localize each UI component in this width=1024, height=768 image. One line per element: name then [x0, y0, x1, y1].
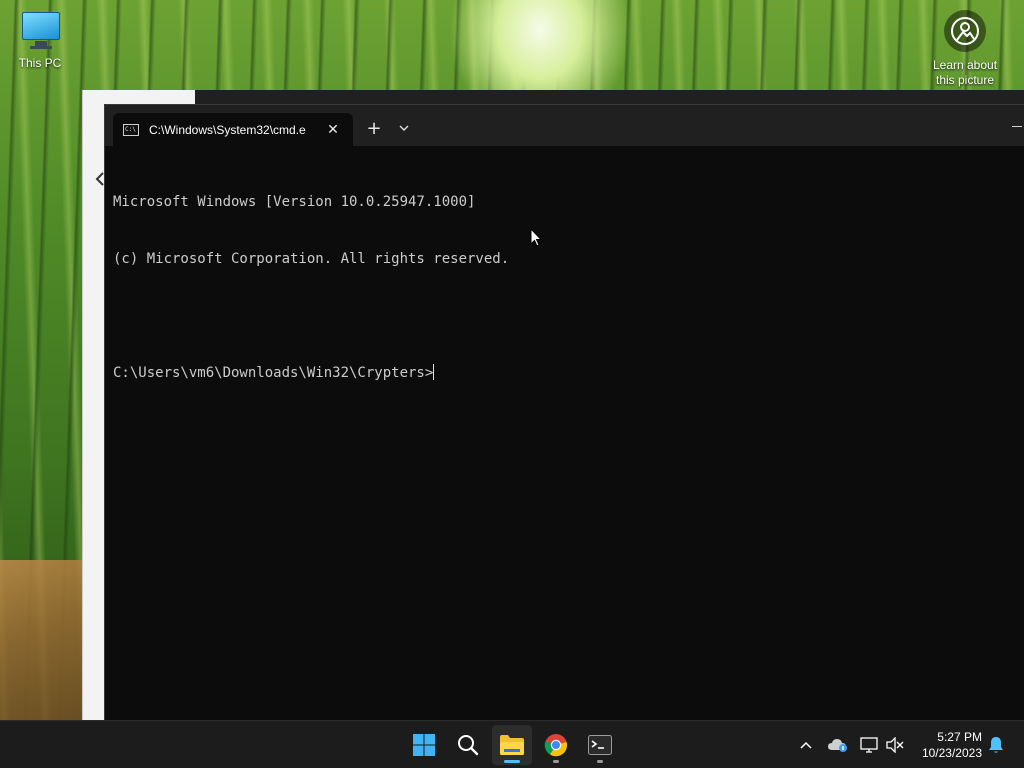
new-tab-button[interactable]: +	[363, 117, 385, 139]
learn-about-picture[interactable]: Learn about this picture	[920, 10, 1010, 88]
chevron-up-icon	[800, 741, 812, 749]
bell-icon	[989, 737, 1003, 753]
camera-info-icon	[944, 10, 986, 52]
tab-title: C:\Windows\System32\cmd.e	[149, 122, 306, 137]
terminal-icon	[588, 735, 612, 755]
text-cursor	[433, 364, 435, 380]
network-tray-button[interactable]	[858, 721, 880, 768]
terminal-window[interactable]: C:\ C:\Windows\System32\cmd.e ✕ + Micros…	[104, 104, 1024, 720]
cloud-icon	[828, 739, 847, 752]
terminal-line-version: Microsoft Windows [Version 10.0.25947.10…	[113, 194, 476, 210]
terminal-button[interactable]	[580, 725, 620, 765]
network-icon	[860, 737, 878, 753]
clock[interactable]: 5:27 PM 10/23/2023	[922, 729, 982, 761]
clock-date: 10/23/2023	[921, 746, 982, 760]
search-button[interactable]	[448, 725, 488, 765]
active-indicator	[504, 760, 520, 763]
chevron-down-icon	[399, 125, 409, 131]
taskbar: 5:27 PM 10/23/2023	[0, 720, 1024, 768]
chrome-icon	[544, 734, 568, 757]
start-button[interactable]	[404, 725, 444, 765]
tab-dropdown-button[interactable]	[393, 117, 415, 139]
this-pc-label: This PC	[18, 56, 62, 70]
minimize-icon	[1012, 126, 1022, 127]
terminal-line-copyright: (c) Microsoft Corporation. All rights re…	[113, 251, 510, 267]
windows-logo-icon	[413, 734, 435, 756]
plus-icon: +	[366, 117, 382, 139]
volume-muted-icon	[886, 737, 904, 753]
terminal-tab-cmd[interactable]: C:\ C:\Windows\System32\cmd.e ✕	[113, 113, 353, 146]
cmd-icon: C:\	[123, 123, 139, 136]
volume-tray-button[interactable]	[884, 721, 906, 768]
close-icon: ✕	[327, 121, 339, 138]
notifications-button[interactable]	[986, 721, 1006, 768]
learn-label-line2: this picture	[935, 73, 995, 87]
minimize-button[interactable]	[1010, 117, 1024, 131]
mouse-pointer-icon	[530, 227, 543, 251]
search-icon	[458, 735, 479, 756]
clock-time: 5:27 PM	[937, 730, 982, 744]
terminal-titlebar[interactable]: C:\ C:\Windows\System32\cmd.e ✕ +	[105, 105, 1024, 146]
running-indicator	[597, 760, 603, 763]
terminal-prompt-line[interactable]: C:\Users\vm6\Downloads\Win32\Crypters>	[113, 364, 1016, 383]
chrome-button[interactable]	[536, 725, 576, 765]
running-indicator	[553, 760, 559, 763]
learn-label-line1: Learn about	[932, 58, 998, 72]
monitor-icon	[20, 10, 60, 50]
show-hidden-icons-button[interactable]	[796, 721, 816, 768]
terminal-output[interactable]: Microsoft Windows [Version 10.0.25947.10…	[113, 155, 1016, 712]
wallpaper-ground	[0, 560, 90, 730]
onedrive-tray-button[interactable]	[826, 721, 850, 768]
file-explorer-button[interactable]	[492, 725, 532, 765]
close-tab-button[interactable]: ✕	[323, 120, 343, 140]
folder-icon	[500, 735, 524, 755]
desktop-icon-this-pc[interactable]: This PC	[12, 10, 68, 70]
terminal-prompt: C:\Users\vm6\Downloads\Win32\Crypters>	[113, 365, 434, 381]
